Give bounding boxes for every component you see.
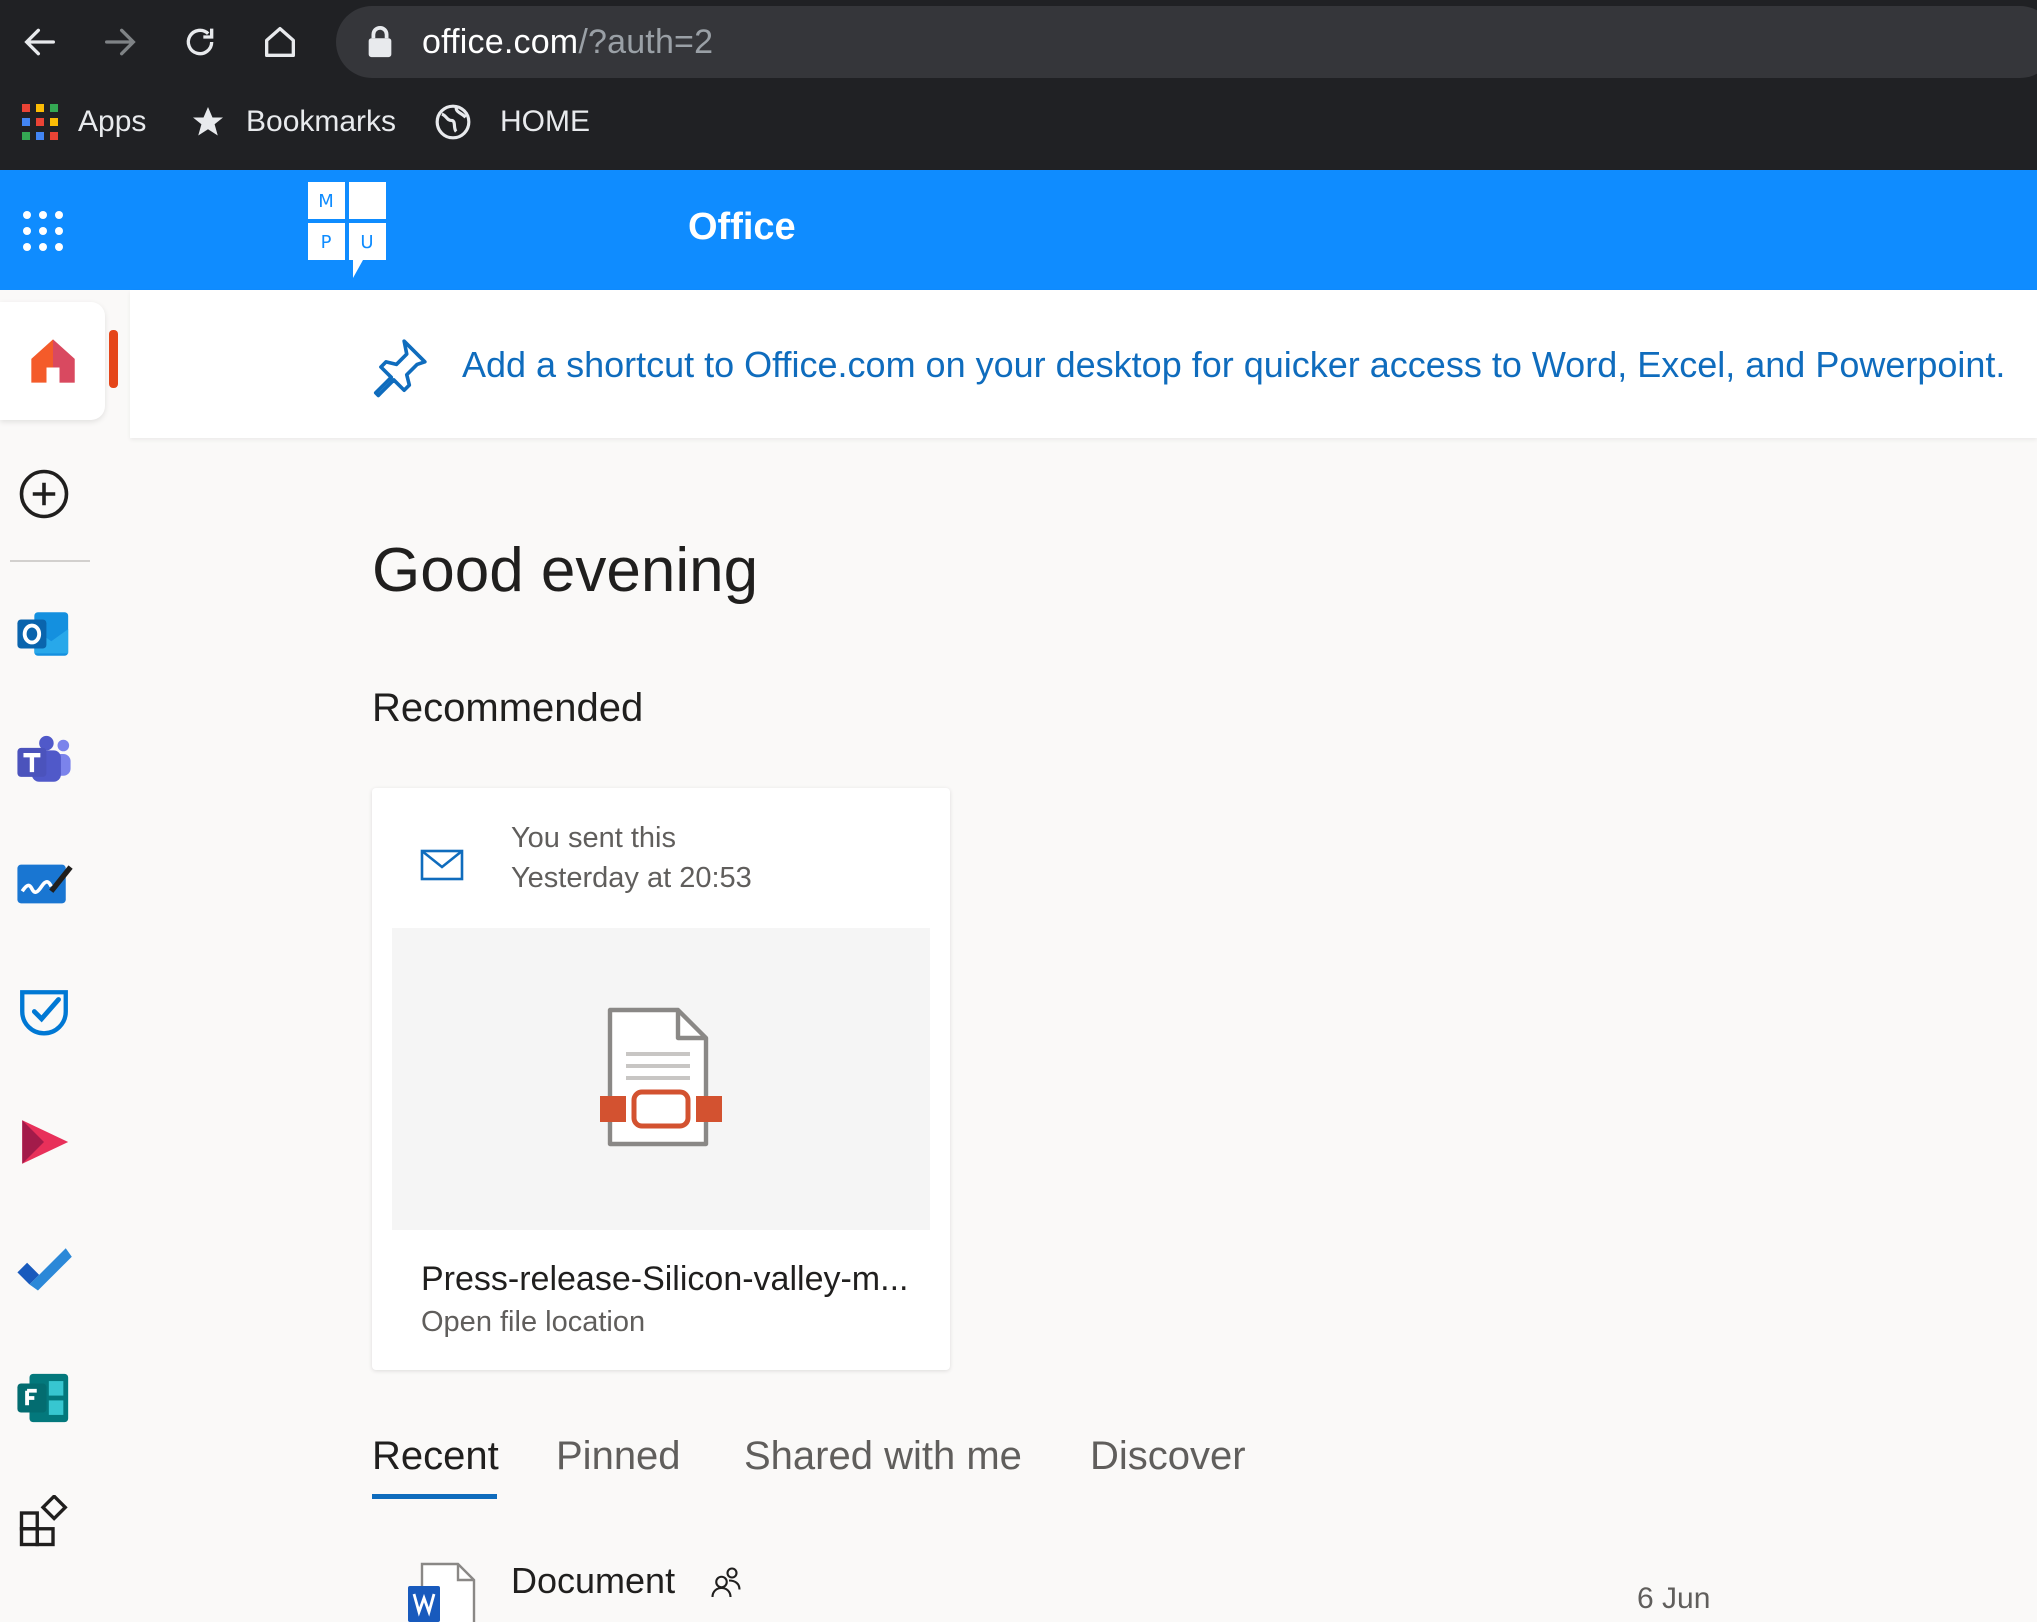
arrow-left-icon bbox=[24, 28, 55, 56]
lock-icon bbox=[368, 25, 392, 58]
house-icon bbox=[265, 27, 295, 57]
suite-header: M P U Office bbox=[0, 170, 2037, 290]
browser-toolbar: office.com/?auth=2 Apps Bookmarks HOME bbox=[0, 0, 2037, 170]
home-button[interactable] bbox=[254, 16, 306, 68]
organization-logo[interactable]: M P U bbox=[308, 182, 388, 280]
greeting-heading: Good evening bbox=[372, 536, 759, 605]
card-activity: You sent this bbox=[511, 822, 676, 854]
bookmark-bookmarks[interactable]: Bookmarks bbox=[190, 92, 396, 152]
todo-check-icon bbox=[17, 1248, 72, 1291]
url-text: office.com/?auth=2 bbox=[422, 22, 714, 61]
rail-item-home[interactable] bbox=[0, 302, 105, 420]
tab-recent[interactable]: Recent bbox=[372, 1434, 499, 1479]
document-name[interactable]: Document bbox=[511, 1560, 675, 1602]
whiteboard-icon bbox=[17, 864, 73, 904]
card-timestamp: Yesterday at 20:53 bbox=[511, 862, 752, 894]
apps-grid-icon bbox=[22, 104, 58, 140]
rail-item-forms[interactable] bbox=[10, 1364, 78, 1432]
address-bar[interactable]: office.com/?auth=2 bbox=[336, 6, 2037, 78]
rail-item-stream[interactable] bbox=[10, 1108, 78, 1176]
recommended-file-card[interactable]: You sent this Yesterday at 20:53 Press-r… bbox=[372, 788, 950, 1370]
checkmark-shield-icon bbox=[20, 990, 68, 1036]
svg-text:U: U bbox=[360, 232, 373, 253]
shortcut-banner-link[interactable]: Add a shortcut to Office.com on your des… bbox=[462, 344, 2005, 386]
reload-button[interactable] bbox=[174, 16, 226, 68]
add-circle-icon bbox=[19, 469, 69, 519]
word-file-icon bbox=[408, 1562, 476, 1622]
app-title[interactable]: Office bbox=[688, 206, 796, 249]
open-file-location-link[interactable]: Open file location bbox=[421, 1306, 645, 1339]
tab-discover[interactable]: Discover bbox=[1090, 1434, 1246, 1479]
svg-text:P: P bbox=[321, 232, 332, 253]
file-thumbnail[interactable] bbox=[392, 928, 930, 1230]
stream-play-icon bbox=[22, 1120, 69, 1164]
star-icon bbox=[190, 104, 226, 140]
rail-active-indicator bbox=[109, 330, 118, 388]
rail-item-create[interactable] bbox=[10, 460, 78, 528]
shared-people-icon bbox=[711, 1567, 741, 1598]
rail-divider bbox=[10, 560, 90, 562]
rail-item-all-apps[interactable] bbox=[10, 1488, 78, 1556]
tab-shared-with-me[interactable]: Shared with me bbox=[744, 1434, 1022, 1479]
mail-icon bbox=[420, 849, 464, 881]
document-date: 6 Jun bbox=[1637, 1582, 1711, 1615]
back-button[interactable] bbox=[14, 16, 66, 68]
browser-nav-row: office.com/?auth=2 bbox=[0, 0, 2037, 84]
all-apps-icon bbox=[19, 1495, 68, 1547]
rail-item-outlook[interactable] bbox=[10, 600, 78, 668]
rail-item-bookings[interactable] bbox=[10, 980, 78, 1048]
app-launcher-icon[interactable] bbox=[22, 210, 64, 252]
card-file-name[interactable]: Press-release-Silicon-valley-m... bbox=[421, 1260, 908, 1299]
reload-icon bbox=[186, 28, 214, 56]
shortcut-banner: Add a shortcut to Office.com on your des… bbox=[130, 290, 2037, 438]
teams-icon bbox=[17, 735, 71, 782]
arrow-right-icon bbox=[105, 28, 136, 56]
tab-pinned[interactable]: Pinned bbox=[556, 1434, 681, 1479]
recommended-heading: Recommended bbox=[372, 686, 644, 730]
bookmark-apps[interactable]: Apps bbox=[22, 92, 146, 152]
outlook-icon bbox=[17, 612, 69, 656]
app-rail bbox=[0, 290, 130, 1605]
active-tab-underline bbox=[372, 1494, 497, 1499]
bookmarks-bar: Apps Bookmarks HOME bbox=[0, 92, 2037, 152]
pin-icon bbox=[373, 339, 427, 398]
svg-text:M: M bbox=[318, 191, 334, 212]
home-icon bbox=[30, 339, 75, 383]
presentation-file-icon bbox=[600, 1007, 722, 1147]
bookmark-home[interactable]: HOME bbox=[434, 92, 590, 152]
rail-item-todo[interactable] bbox=[10, 1236, 78, 1304]
table-row[interactable]: Document 6 Jun bbox=[372, 1546, 2037, 1622]
rail-item-whiteboard[interactable] bbox=[10, 850, 78, 918]
globe-icon bbox=[434, 103, 472, 141]
rail-item-teams[interactable] bbox=[10, 726, 78, 794]
forward-button[interactable] bbox=[94, 16, 146, 68]
forms-icon bbox=[17, 1373, 69, 1423]
